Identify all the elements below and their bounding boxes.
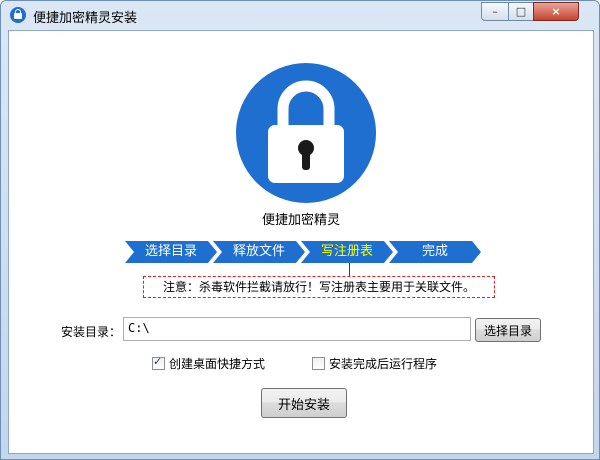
checkbox-label: 安装完成后运行程序 <box>329 357 438 371</box>
step-label: 写注册表 <box>320 244 373 259</box>
step-write-registry: 写注册表 <box>301 241 393 263</box>
checkbox-unchecked-icon[interactable] <box>312 357 325 370</box>
minimize-icon: – <box>492 5 498 18</box>
checkbox-checked-icon[interactable] <box>152 355 165 370</box>
lock-app-icon <box>10 7 26 23</box>
install-dir-input[interactable]: C:\ <box>123 317 471 341</box>
run-after-install-checkbox[interactable]: 安装完成后运行程序 <box>312 355 437 372</box>
close-icon: × <box>551 5 561 18</box>
install-dir-label: 安装目录： <box>61 325 122 339</box>
step-label: 释放文件 <box>232 244 285 259</box>
step-extract-files: 释放文件 <box>213 241 305 263</box>
maximize-button[interactable]: □ <box>508 2 534 21</box>
window-title: 便捷加密精灵安装 <box>33 11 138 26</box>
close-button[interactable]: × <box>533 2 579 21</box>
desktop-shortcut-checkbox[interactable]: 创建桌面快捷方式 <box>152 355 265 372</box>
product-name: 便捷加密精灵 <box>261 213 340 228</box>
step-label: 完成 <box>421 244 448 259</box>
checkbox-label: 创建桌面快捷方式 <box>169 357 266 371</box>
antivirus-notice: 注意：杀毒软件拦截请放行！写注册表主要用于关联文件。 <box>143 276 495 298</box>
minimize-button[interactable]: – <box>481 2 509 21</box>
installer-window: 便捷加密精灵安装 – □ × 便捷加密精灵 选择目录 释放文件 写注册表 完成 … <box>0 0 600 460</box>
maximize-icon: □ <box>515 5 527 18</box>
step-select-dir: 选择目录 <box>125 241 217 263</box>
title-bar[interactable]: 便捷加密精灵安装 – □ × <box>1 1 599 29</box>
installer-content: 便捷加密精灵 选择目录 释放文件 写注册表 完成 注意：杀毒软件拦截请放行！写注… <box>8 30 594 454</box>
start-install-button[interactable]: 开始安装 <box>261 388 347 418</box>
step-label: 选择目录 <box>144 244 197 259</box>
padlock-logo-icon <box>236 63 376 203</box>
browse-dir-button[interactable]: 选择目录 <box>475 318 541 342</box>
step-finish: 完成 <box>389 241 481 263</box>
step-pointer <box>349 263 350 277</box>
